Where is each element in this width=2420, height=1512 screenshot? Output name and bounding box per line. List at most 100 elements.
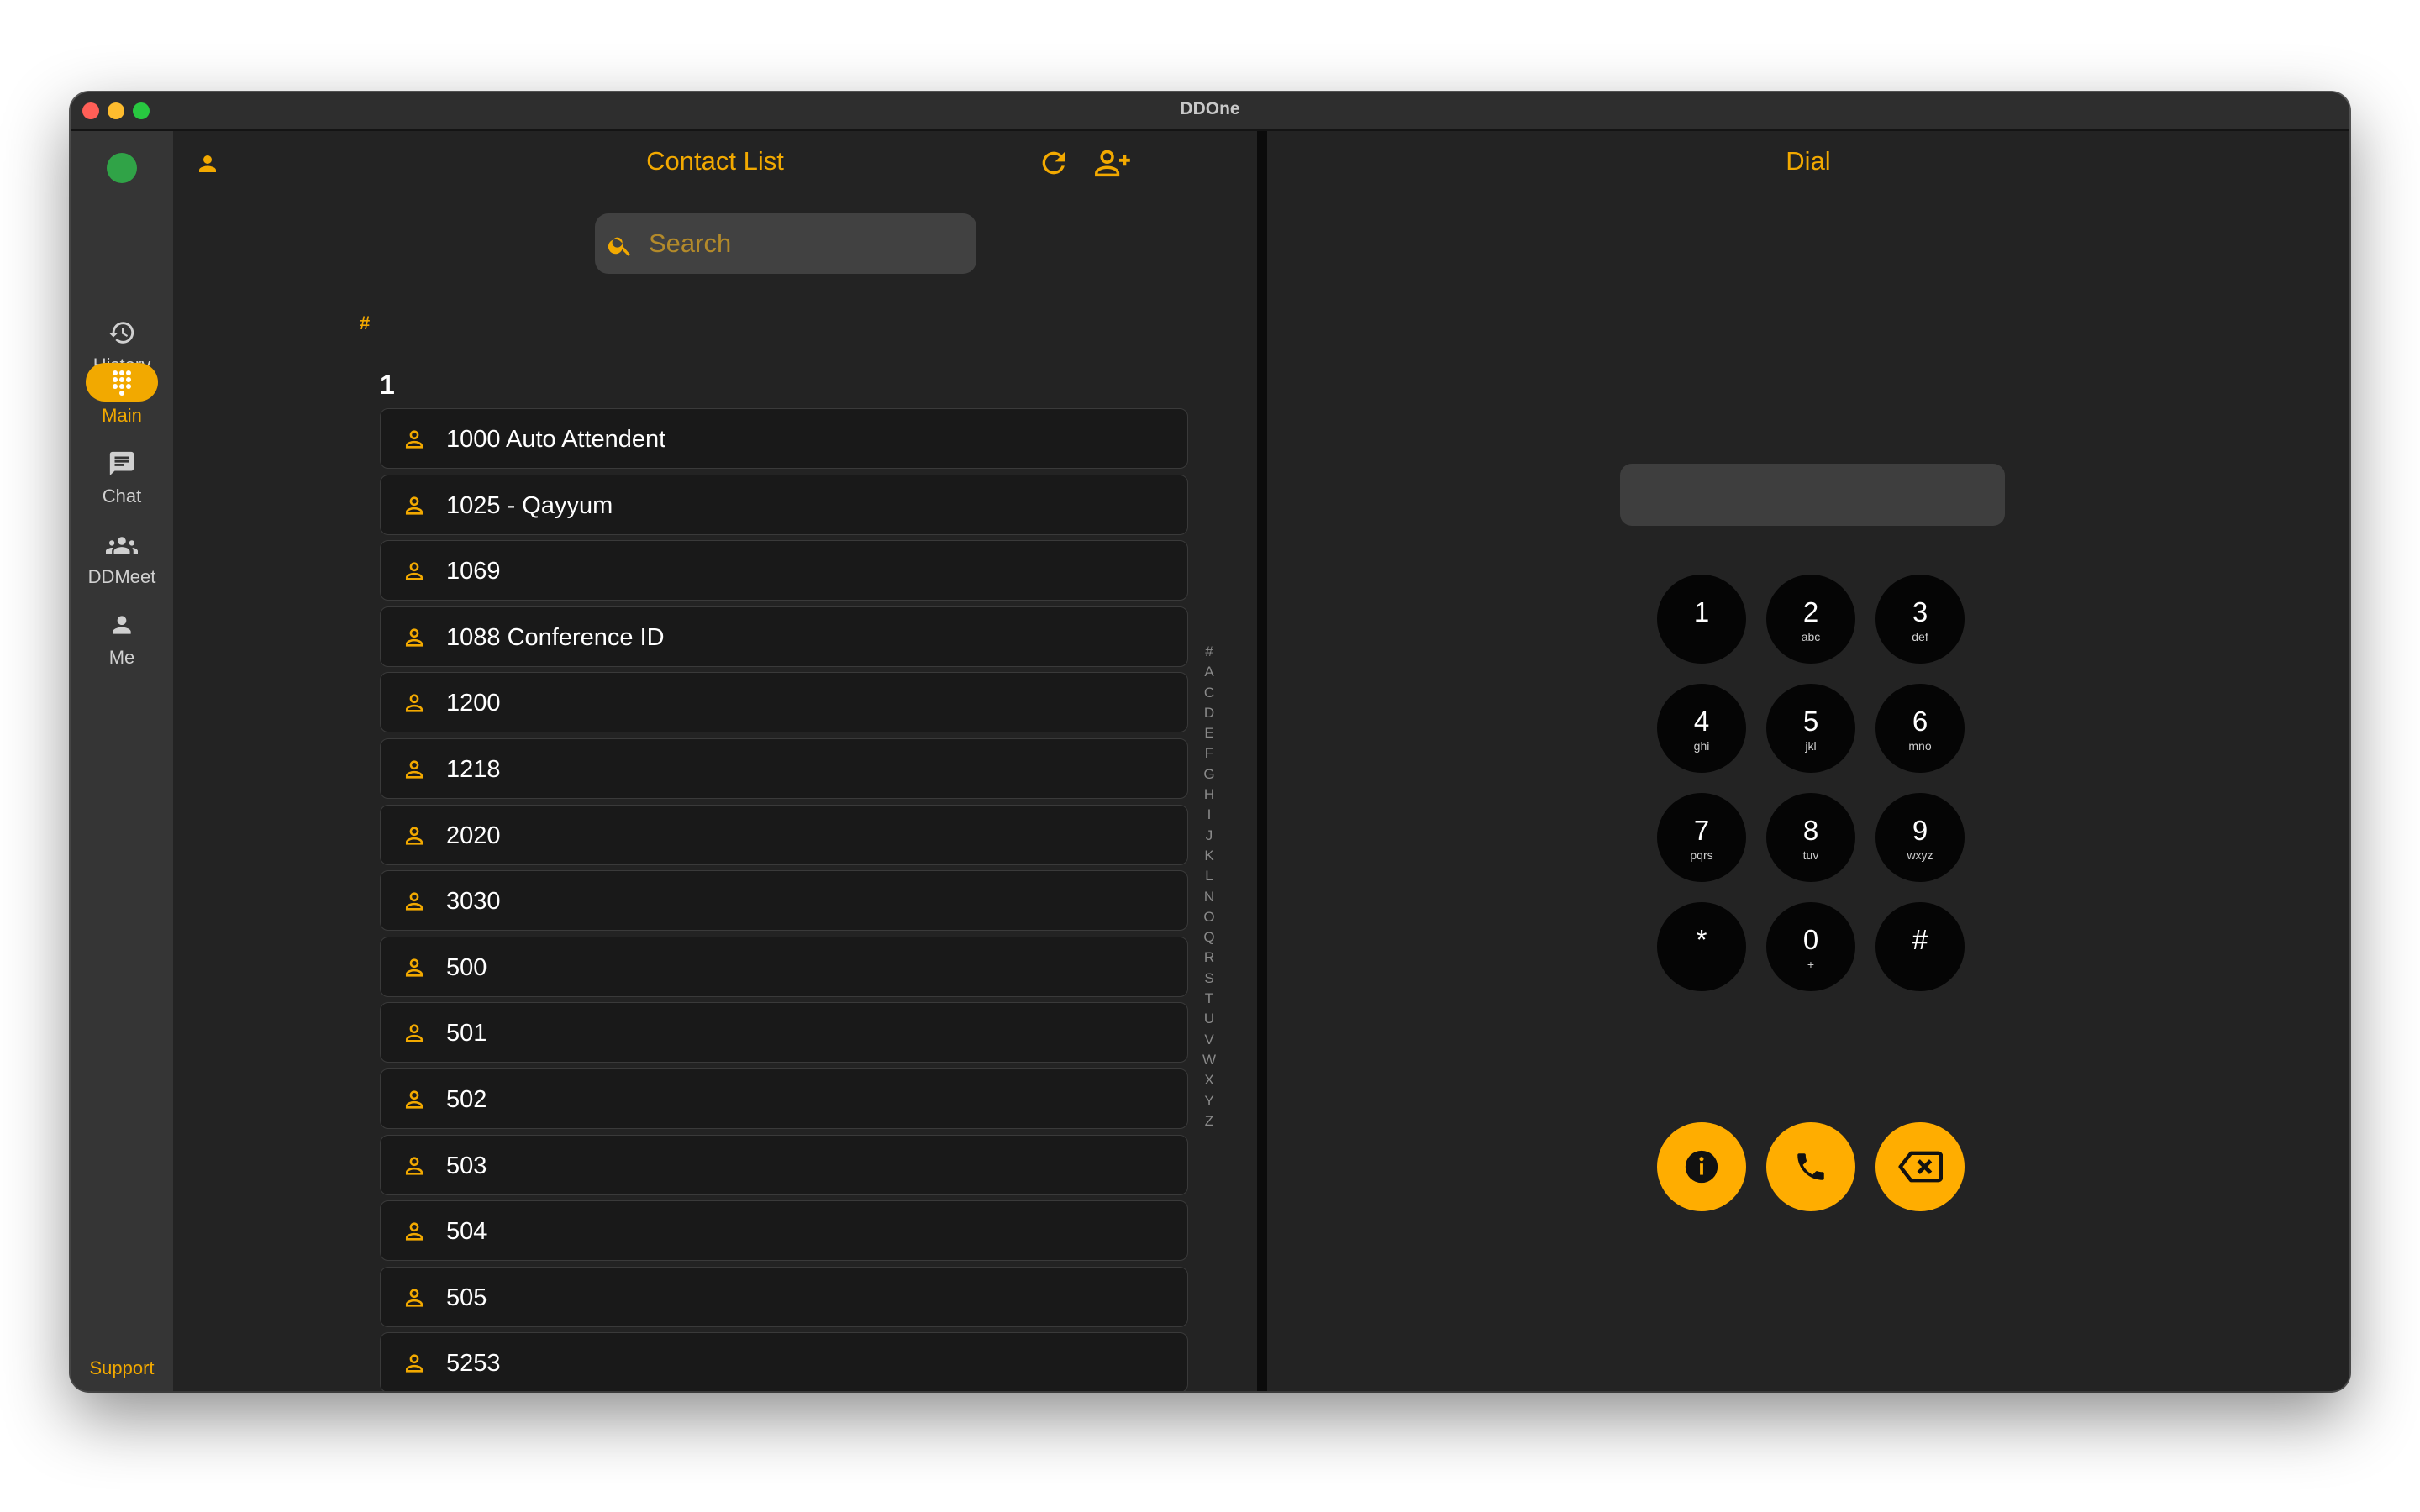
backspace-icon [1898, 1151, 1943, 1183]
add-contact-icon[interactable] [1092, 146, 1133, 184]
history-icon [103, 312, 141, 351]
alphabet-index-letter[interactable]: Q [1200, 927, 1218, 948]
sidebar-item-main[interactable]: Main [71, 363, 173, 427]
sidebar-item-label: Me [108, 647, 135, 668]
alphabet-index-letter[interactable]: # [1200, 642, 1218, 662]
contact-row[interactable]: 501 [380, 1002, 1188, 1063]
alphabet-index-letter[interactable]: S [1200, 969, 1218, 989]
dial-key[interactable]: 4 ghi [1657, 684, 1746, 773]
chat-icon [103, 444, 141, 482]
dial-key[interactable]: 8 tuv [1766, 793, 1855, 882]
search-field[interactable] [595, 213, 976, 274]
alphabet-index-letter[interactable]: N [1200, 887, 1218, 907]
section-marker: # [360, 312, 371, 333]
dial-key[interactable]: * [1657, 902, 1746, 991]
dial-key-digit: 4 [1693, 706, 1710, 737]
contact-row[interactable]: 3030 [380, 870, 1188, 932]
support-link[interactable]: Support [71, 1357, 173, 1379]
dial-key[interactable]: 7 pqrs [1657, 793, 1746, 882]
alphabet-index-letter[interactable]: L [1200, 866, 1218, 886]
person-outline-icon [405, 1222, 424, 1241]
contact-row[interactable]: 2020 [380, 804, 1188, 865]
contact-name: 500 [446, 953, 487, 981]
contact-name: 1000 Auto Attendent [446, 426, 666, 453]
person-outline-icon [405, 1156, 424, 1175]
alphabet-index-letter[interactable]: K [1200, 846, 1218, 866]
sidebar-item-me[interactable]: Me [71, 605, 173, 669]
contact-row[interactable]: 503 [380, 1134, 1188, 1195]
contact-row[interactable]: 1200 [380, 672, 1188, 733]
dial-key[interactable]: 0 + [1766, 902, 1855, 991]
dial-key-digit: # [1912, 924, 1928, 955]
alphabet-index-letter[interactable]: A [1200, 662, 1218, 682]
alphabet-index-letter[interactable]: Y [1200, 1091, 1218, 1111]
person-outline-icon [405, 496, 424, 515]
contact-row[interactable]: 1025 - Qayyum [380, 474, 1188, 535]
alphabet-index-letter[interactable]: G [1200, 764, 1218, 785]
dial-key[interactable]: 9 wxyz [1876, 793, 1965, 882]
dial-key-letters: abc [1801, 630, 1821, 643]
alphabet-index-letter[interactable]: X [1200, 1070, 1218, 1090]
alphabet-index-letter[interactable]: O [1200, 907, 1218, 927]
dial-key[interactable]: 3 def [1876, 575, 1965, 664]
dial-key-digit: 6 [1912, 706, 1928, 737]
search-input[interactable] [647, 225, 961, 262]
dial-key[interactable]: 2 abc [1766, 575, 1855, 664]
online-status-dot[interactable] [107, 153, 137, 183]
person-outline-icon [405, 1354, 424, 1373]
contact-row[interactable]: 505 [380, 1266, 1188, 1327]
contact-row[interactable]: 1069 [380, 540, 1188, 601]
dial-key-digit: 3 [1912, 596, 1928, 627]
alphabet-index-letter[interactable]: V [1200, 1030, 1218, 1050]
dial-key[interactable]: 1 [1657, 575, 1746, 664]
contact-row[interactable]: 1000 Auto Attendent [380, 408, 1188, 469]
alphabet-index-letter[interactable]: Z [1200, 1111, 1218, 1131]
alphabet-index-letter[interactable]: R [1200, 948, 1218, 968]
person-outline-icon [405, 826, 424, 845]
alphabet-index-letter[interactable]: C [1200, 683, 1218, 703]
contact-name: 501 [446, 1020, 487, 1047]
dial-key-letters: + [1807, 958, 1815, 971]
contact-name: 1218 [446, 755, 501, 783]
dial-key-letters: def [1912, 630, 1928, 643]
dial-key[interactable]: 5 jkl [1766, 684, 1855, 773]
alphabet-index-letter[interactable]: T [1200, 989, 1218, 1009]
sidebar-item-label: DDMeet [87, 566, 156, 587]
panel-divider [1257, 131, 1267, 1391]
alphabet-index-letter[interactable]: J [1200, 826, 1218, 846]
sidebar-item-chat[interactable]: Chat [71, 444, 173, 507]
alphabet-index-letter[interactable]: I [1200, 805, 1218, 825]
sidebar-item-label: Main [102, 405, 142, 426]
contact-row[interactable]: 1218 [380, 738, 1188, 799]
refresh-icon[interactable] [1037, 146, 1071, 184]
alphabet-index-letter[interactable]: H [1200, 785, 1218, 805]
app-window: DDOne History Main [71, 92, 2349, 1391]
backspace-button[interactable] [1876, 1122, 1965, 1211]
person-outline-icon [405, 1289, 424, 1307]
person-icon [103, 605, 141, 643]
alphabet-index-letter[interactable]: W [1200, 1050, 1218, 1070]
dial-key-digit: 5 [1802, 706, 1819, 737]
call-button[interactable] [1766, 1122, 1855, 1211]
alphabet-index-letter[interactable]: F [1200, 743, 1218, 764]
dial-number-field[interactable] [1620, 464, 2005, 526]
contact-row[interactable]: 1088 Conference ID [380, 606, 1188, 667]
contact-row[interactable]: 504 [380, 1200, 1188, 1262]
contact-row[interactable]: 5253 [380, 1332, 1188, 1391]
person-outline-icon [405, 430, 424, 449]
alphabet-index-letter[interactable]: E [1200, 723, 1218, 743]
title-bar: DDOne [71, 92, 2349, 131]
info-button[interactable] [1657, 1122, 1746, 1211]
info-icon [1685, 1150, 1718, 1184]
alphabet-index-letter[interactable]: D [1200, 703, 1218, 723]
dial-key[interactable]: 6 mno [1876, 684, 1965, 773]
contact-row[interactable]: 502 [380, 1068, 1188, 1129]
dial-key[interactable]: # [1876, 902, 1965, 991]
dial-key-digit: * [1696, 924, 1707, 955]
alphabet-index-letter[interactable]: U [1200, 1009, 1218, 1029]
contact-row[interactable]: 500 [380, 936, 1188, 997]
person-outline-icon [405, 892, 424, 911]
dial-key-digit: 9 [1912, 815, 1928, 846]
sidebar-item-ddmeet[interactable]: DDMeet [71, 524, 173, 588]
person-outline-icon [405, 1024, 424, 1042]
